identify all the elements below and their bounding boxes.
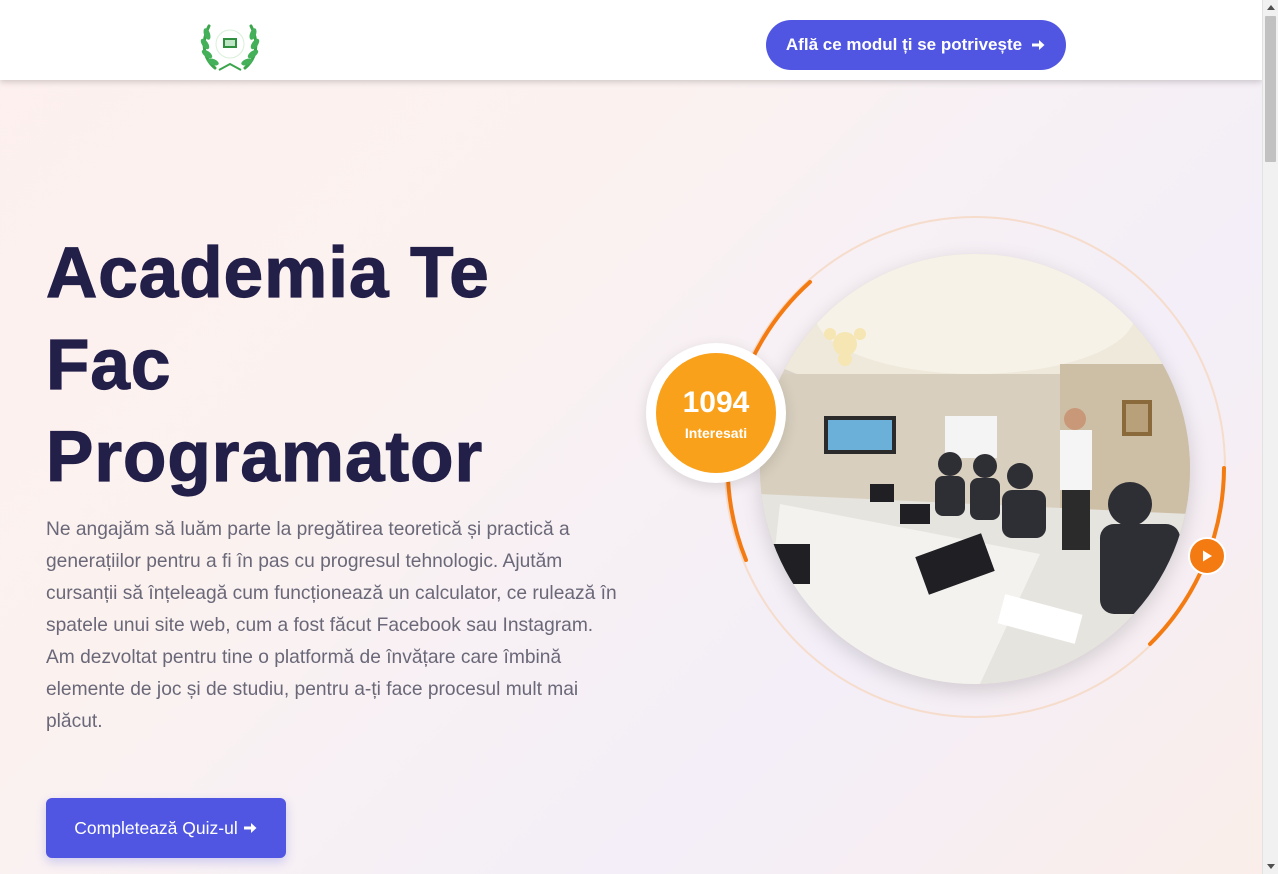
laurel-wreath-logo[interactable] xyxy=(197,12,263,76)
scrollbar-thumb[interactable] xyxy=(1265,16,1276,162)
arrow-right-icon xyxy=(1030,37,1046,53)
scroll-down-arrow-icon[interactable] xyxy=(1263,860,1278,874)
complete-quiz-button[interactable]: Completează Quiz-ul xyxy=(46,798,286,858)
page-scrollbar[interactable] xyxy=(1262,0,1278,874)
hero-visual: 1094 Interesati xyxy=(620,200,1260,740)
hero-title-line-2: Fac xyxy=(45,325,172,405)
hero-title: Academia Te Fac Programator xyxy=(45,228,646,504)
hero-title-line-1: Academia Te xyxy=(45,233,490,313)
classroom-photo xyxy=(760,254,1190,684)
play-icon xyxy=(1203,550,1212,562)
interest-counter: 1094 Interesati xyxy=(646,343,786,483)
scroll-up-arrow-icon[interactable] xyxy=(1263,0,1278,14)
hero-description: Ne angajăm să luăm parte la pregătirea t… xyxy=(46,519,617,732)
complete-quiz-label: Completează Quiz-ul xyxy=(74,817,238,838)
site-header: Află ce modul ți se potrivește xyxy=(0,0,1262,80)
hero-title-line-3: Programator xyxy=(45,417,484,497)
interest-badge: 1094 Interesati xyxy=(656,353,776,473)
arrow-right-icon xyxy=(242,820,258,836)
find-module-button[interactable]: Află ce modul ți se potrivește xyxy=(766,20,1066,70)
interest-label: Interesati xyxy=(684,425,748,441)
find-module-label: Află ce modul ți se potrivește xyxy=(785,35,1023,54)
interest-count: 1094 xyxy=(682,386,750,419)
play-video-button[interactable] xyxy=(1188,537,1226,575)
